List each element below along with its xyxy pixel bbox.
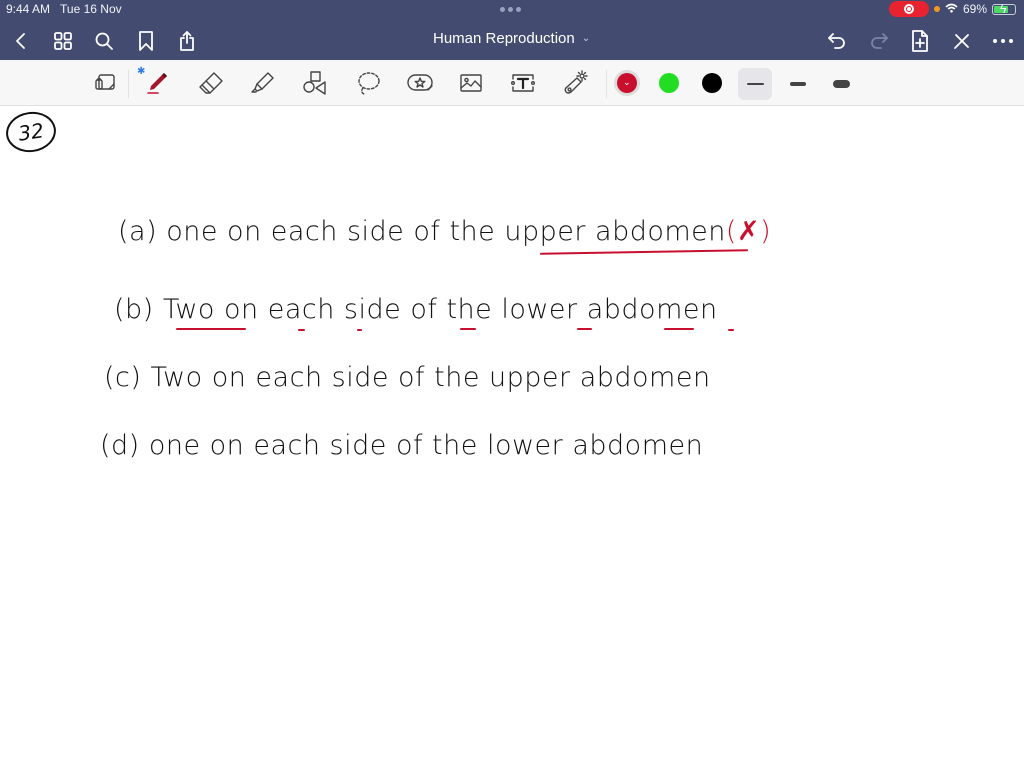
option-a: (a) one on each side of the upper abdome… <box>118 216 771 247</box>
back-icon[interactable] <box>8 28 34 54</box>
laser-pointer-icon[interactable] <box>560 68 590 98</box>
red-underline <box>577 328 592 330</box>
multitasking-dots[interactable] <box>500 7 521 12</box>
nav-row: Human Reproduction ⌄ <box>0 24 1024 58</box>
undo-icon[interactable] <box>824 28 850 54</box>
wrong-mark: (✗) <box>725 216 772 247</box>
option-text: one on each side of the upper abdomen <box>166 216 726 247</box>
image-icon[interactable] <box>456 68 486 98</box>
option-label: (d) <box>100 430 140 461</box>
drawing-toolbar: ⌄ <box>0 60 1024 106</box>
battery-icon: ϟ <box>992 2 1016 16</box>
option-label: (b) <box>114 294 154 325</box>
screen-recording-icon[interactable] <box>888 1 929 17</box>
document-title[interactable]: Human Reproduction ⌄ <box>433 30 590 47</box>
option-text: Two on each side of the upper abdomen <box>150 362 711 393</box>
bookmark-icon[interactable] <box>133 28 159 54</box>
lasso-icon[interactable] <box>354 68 384 98</box>
grid-icon[interactable] <box>50 28 76 54</box>
option-c: (c) Two on each side of the upper abdome… <box>104 362 711 393</box>
wifi-icon <box>945 3 958 16</box>
share-icon[interactable] <box>174 28 200 54</box>
text-icon[interactable] <box>508 68 538 98</box>
stroke-thick-button[interactable] <box>824 68 858 100</box>
status-time: 9:44 AM <box>6 2 51 16</box>
redo-icon[interactable] <box>866 28 892 54</box>
top-bar: 9:44 AM Tue 16 Nov 69% ϟ Human Reproducti… <box>0 0 1024 60</box>
option-label: (a) <box>118 216 158 247</box>
option-label: (c) <box>104 362 142 393</box>
stroke-medium-button[interactable] <box>781 68 815 100</box>
status-date: Tue 16 Nov <box>60 2 122 16</box>
status-bar: 9:44 AM Tue 16 Nov <box>6 2 122 16</box>
highlighter-icon[interactable] <box>248 68 278 98</box>
option-text: one on each side of the lower abdomen <box>148 430 704 461</box>
red-underline <box>357 329 362 331</box>
color-swatch-green[interactable] <box>659 73 679 93</box>
document-title-text: Human Reproduction <box>433 30 575 47</box>
red-underline <box>728 329 734 331</box>
red-underline <box>664 328 694 330</box>
mic-indicator-icon <box>933 6 940 12</box>
battery-percent: 69% <box>962 2 987 16</box>
bluetooth-icon: ✱ <box>137 66 146 77</box>
chevron-down-icon: ⌄ <box>623 77 631 87</box>
color-swatch-black[interactable] <box>702 73 722 93</box>
elements-icon[interactable] <box>405 68 435 98</box>
add-page-icon[interactable] <box>907 28 933 54</box>
toolbar-divider <box>606 70 607 98</box>
more-icon[interactable] <box>990 28 1016 54</box>
search-icon[interactable] <box>91 28 117 54</box>
chevron-down-icon: ⌄ <box>581 33 591 44</box>
color-swatch-red[interactable]: ⌄ <box>617 73 637 93</box>
red-underline <box>298 329 305 331</box>
page-reader-icon[interactable] <box>90 68 120 98</box>
shapes-icon[interactable] <box>300 68 330 98</box>
eraser-icon[interactable] <box>196 68 226 98</box>
option-text: Two on each side of the lower abdomen <box>162 294 718 325</box>
option-b: (b) Two on each side of the lower abdome… <box>114 294 718 325</box>
option-d: (d) one on each side of the lower abdome… <box>100 430 703 461</box>
toolbar-divider <box>128 70 129 98</box>
status-right: 69% ϟ <box>888 1 1016 17</box>
pen-icon[interactable] <box>142 68 172 98</box>
red-underline <box>460 328 476 330</box>
close-pen-icon[interactable] <box>949 28 975 54</box>
red-underline <box>176 328 246 330</box>
stroke-thin-button[interactable] <box>738 68 772 100</box>
